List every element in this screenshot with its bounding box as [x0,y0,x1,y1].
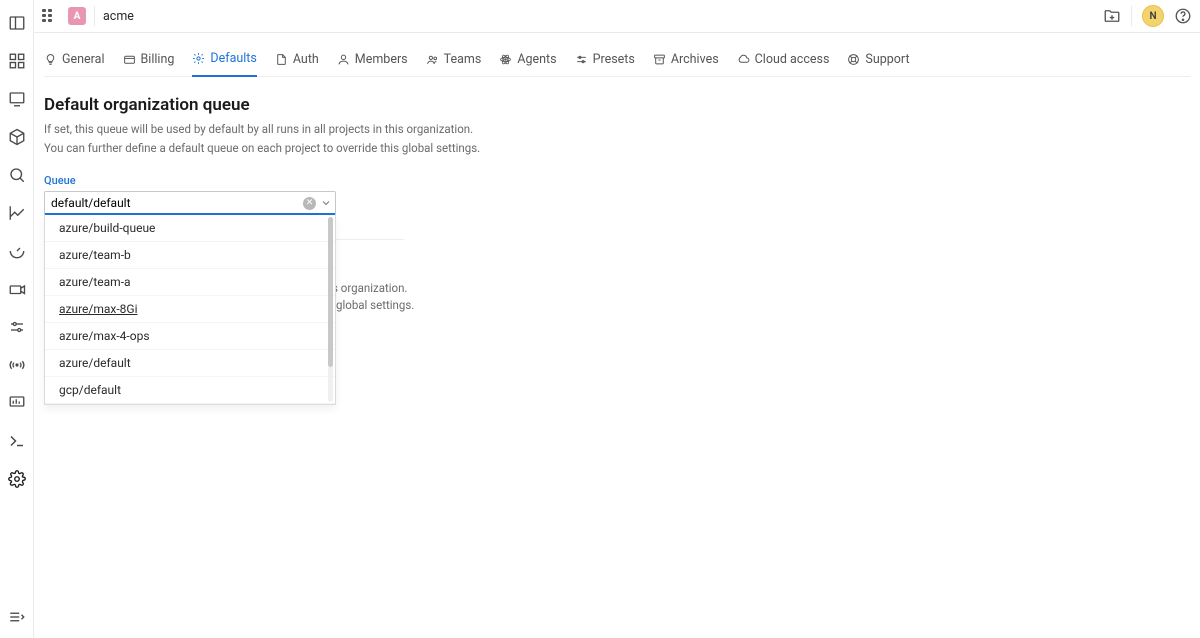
tab-label: General [62,52,105,67]
tab-agents[interactable]: Agents [499,45,556,76]
tab-label: Teams [444,52,482,67]
grid-icon[interactable] [8,52,26,70]
user-avatar[interactable]: N [1142,5,1164,27]
top-header: A acme N [34,0,1200,33]
tab-label: Presets [593,52,635,67]
section-desc: If set, this queue will be used by defau… [44,121,684,138]
tab-archives[interactable]: Archives [653,45,719,76]
tab-label: Agents [517,52,556,67]
queue-option[interactable]: azure/max-8Gi [45,296,335,323]
tab-label: Auth [293,52,319,67]
org-badge[interactable]: A [68,7,86,25]
settings-icon[interactable] [8,470,26,488]
gauge-icon[interactable] [8,242,26,260]
expand-icon[interactable] [8,608,26,626]
tab-label: Cloud access [755,52,830,67]
chart-icon[interactable] [8,204,26,222]
section-title: Default organization queue [44,95,684,115]
tab-label: Support [865,52,909,67]
section-desc-partial: global settings. [336,297,684,314]
help-icon[interactable] [1174,7,1192,25]
monitor-icon[interactable] [8,90,26,108]
divider [94,6,95,26]
tab-label: Billing [141,52,175,67]
box-icon[interactable] [8,128,26,146]
settings-tabs: General Billing Defaults Auth Members Teams Ag… [44,45,1190,77]
tab-label: Archives [671,52,719,67]
tab-defaults[interactable]: Defaults [192,45,256,77]
presentation-icon[interactable] [8,394,26,412]
section-desc: You can further define a default queue o… [44,140,684,157]
sliders-icon[interactable] [8,318,26,336]
section-desc-partial: s organization. [332,280,684,297]
clear-icon[interactable]: ✕ [303,197,316,210]
queue-option[interactable]: azure/default [45,350,335,377]
camera-icon[interactable] [8,280,26,298]
left-nav-rail [0,0,34,638]
tab-teams[interactable]: Teams [426,45,482,76]
divider [1131,6,1132,26]
tab-members[interactable]: Members [337,45,408,76]
org-name[interactable]: acme [103,9,134,24]
tab-label: Members [355,52,408,67]
queue-option[interactable]: azure/team-b [45,242,335,269]
terminal-icon[interactable] [8,432,26,450]
queue-option[interactable]: azure/max-4-ops [45,323,335,350]
queue-input[interactable] [44,191,336,215]
queue-field-label: Queue [44,174,684,187]
tab-support[interactable]: Support [847,45,909,76]
broadcast-icon[interactable] [8,356,26,374]
queue-option[interactable]: azure/build-queue [45,215,335,242]
queue-option[interactable]: gcp/default [45,377,335,404]
chevron-down-icon[interactable] [320,197,332,209]
folder-icon[interactable] [1103,7,1121,25]
queue-option[interactable]: azure/team-a [45,269,335,296]
queue-dropdown: azure/build-queueazure/team-bazure/team-… [44,215,336,405]
tab-cloud-access[interactable]: Cloud access [737,45,830,76]
tab-presets[interactable]: Presets [575,45,635,76]
queue-combobox: ✕ azure/build-queueazure/team-bazure/tea… [44,191,336,215]
scrollbar-thumb[interactable] [328,217,333,367]
drag-handle[interactable] [42,9,56,23]
tab-auth[interactable]: Auth [275,45,319,76]
tab-label: Defaults [210,51,256,66]
tab-billing[interactable]: Billing [123,45,175,76]
tab-general[interactable]: General [44,45,105,76]
panel-icon[interactable] [8,14,26,32]
queue-section: Default organization queue If set, this … [44,95,684,215]
search-icon[interactable] [8,166,26,184]
